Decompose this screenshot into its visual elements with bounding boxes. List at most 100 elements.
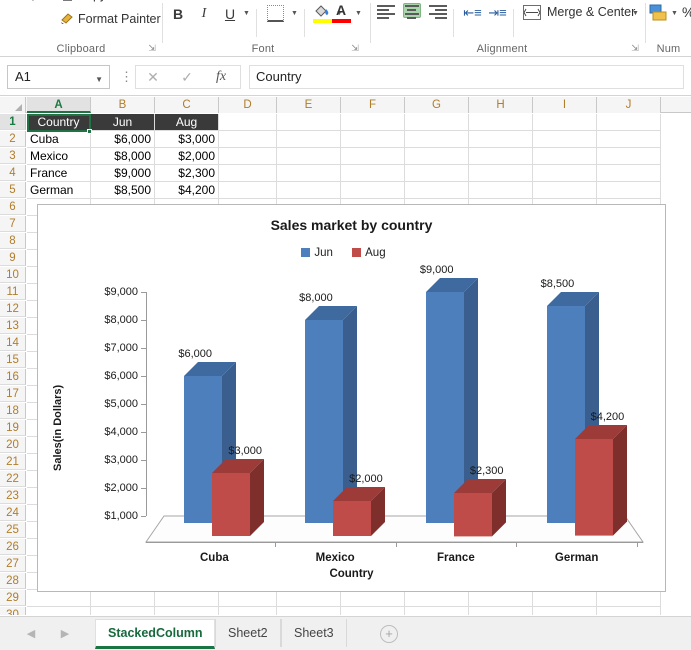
cell-J5[interactable]: [597, 182, 661, 199]
sheet-tab-stackedcolumn[interactable]: StackedColumn: [95, 619, 216, 649]
clipboard-dialog-launcher[interactable]: ⇲: [146, 42, 158, 54]
column-header-e[interactable]: E: [277, 97, 341, 113]
chart-object[interactable]: Sales market by country Jun Aug $9,000 $8…: [37, 204, 666, 592]
cell-D4[interactable]: [219, 165, 277, 182]
row-header-7[interactable]: 7: [0, 216, 26, 232]
cell-D2[interactable]: [219, 131, 277, 148]
cell-J30[interactable]: [597, 607, 661, 615]
copy-button[interactable]: Copy: [60, 0, 106, 4]
increase-indent-icon[interactable]: ⇥≡: [488, 5, 507, 20]
font-color-icon[interactable]: A: [332, 2, 351, 25]
row-header-6[interactable]: 6: [0, 199, 26, 215]
row-header-17[interactable]: 17: [0, 386, 26, 402]
accounting-format-icon[interactable]: [649, 4, 668, 23]
legend-entry-jun[interactable]: Jun: [301, 247, 333, 259]
cell-F1[interactable]: [341, 114, 405, 131]
bar-aug-cuba[interactable]: [212, 459, 265, 536]
row-header-18[interactable]: 18: [0, 403, 26, 419]
merge-center-label[interactable]: Merge & Center: [547, 5, 635, 19]
confirm-icon[interactable]: ✓: [172, 69, 202, 86]
row-header-29[interactable]: 29: [0, 590, 26, 606]
bold-button[interactable]: B: [168, 4, 188, 24]
borders-icon[interactable]: [267, 5, 284, 22]
cancel-icon[interactable]: ✕: [138, 69, 168, 86]
cell-A2[interactable]: Cuba: [27, 131, 91, 148]
cell-A30[interactable]: [27, 607, 91, 615]
cell-F3[interactable]: [341, 148, 405, 165]
cell-G30[interactable]: [405, 607, 469, 615]
merge-center-dropdown-caret[interactable]: ▼: [632, 10, 639, 17]
fill-handle[interactable]: [87, 129, 92, 134]
cell-F4[interactable]: [341, 165, 405, 182]
cell-H5[interactable]: [469, 182, 533, 199]
cell-E30[interactable]: [277, 607, 341, 615]
italic-button[interactable]: I: [194, 4, 214, 24]
cell-H2[interactable]: [469, 131, 533, 148]
row-header-14[interactable]: 14: [0, 335, 26, 351]
cell-A4[interactable]: France: [27, 165, 91, 182]
cell-E5[interactable]: [277, 182, 341, 199]
cell-J4[interactable]: [597, 165, 661, 182]
align-left-icon[interactable]: [377, 5, 395, 20]
row-header-3[interactable]: 3: [0, 148, 26, 164]
column-header-f[interactable]: F: [341, 97, 405, 113]
sheet-tab-sheet3[interactable]: Sheet3: [281, 619, 347, 647]
cell-D30[interactable]: [219, 607, 277, 615]
cell-C5[interactable]: $4,200: [155, 182, 219, 199]
cell-H30[interactable]: [469, 607, 533, 615]
cell-C3[interactable]: $2,000: [155, 148, 219, 165]
row-header-15[interactable]: 15: [0, 352, 26, 368]
cell-E1[interactable]: [277, 114, 341, 131]
cell-E2[interactable]: [277, 131, 341, 148]
row-header-5[interactable]: 5: [0, 182, 26, 198]
cell-I30[interactable]: [533, 607, 597, 615]
cell-G3[interactable]: [405, 148, 469, 165]
cell-D3[interactable]: [219, 148, 277, 165]
bar-aug-german[interactable]: [574, 425, 627, 536]
row-header-24[interactable]: 24: [0, 505, 26, 521]
underline-button[interactable]: U: [220, 4, 240, 24]
cell-F30[interactable]: [341, 607, 405, 615]
name-box[interactable]: A1 ▼: [7, 65, 110, 89]
cell-G5[interactable]: [405, 182, 469, 199]
cell-H3[interactable]: [469, 148, 533, 165]
cell-F5[interactable]: [341, 182, 405, 199]
row-header-26[interactable]: 26: [0, 539, 26, 555]
column-header-i[interactable]: I: [533, 97, 597, 113]
row-header-10[interactable]: 10: [0, 267, 26, 283]
percent-style-button[interactable]: %: [682, 4, 691, 20]
row-header-27[interactable]: 27: [0, 556, 26, 572]
formula-bar-options-icon[interactable]: ⋮: [120, 69, 133, 85]
cell-D1[interactable]: [219, 114, 277, 131]
cell-G1[interactable]: [405, 114, 469, 131]
cell-B2[interactable]: $6,000: [91, 131, 155, 148]
next-sheet-icon[interactable]: ▶: [56, 627, 74, 640]
cell-J1[interactable]: [597, 114, 661, 131]
row-header-25[interactable]: 25: [0, 522, 26, 538]
legend-entry-aug[interactable]: Aug: [352, 247, 386, 259]
row-header-22[interactable]: 22: [0, 471, 26, 487]
cell-A1[interactable]: Country: [27, 114, 91, 131]
column-header-a[interactable]: A: [27, 97, 91, 113]
cell-C2[interactable]: $3,000: [155, 131, 219, 148]
font-color-dropdown-caret[interactable]: ▼: [355, 10, 362, 17]
cell-A5[interactable]: German: [27, 182, 91, 199]
cell-B1[interactable]: Jun: [91, 114, 155, 131]
number-format-dropdown-caret[interactable]: ▼: [671, 10, 678, 17]
align-center-icon[interactable]: [403, 3, 421, 19]
row-header-21[interactable]: 21: [0, 454, 26, 470]
row-header-9[interactable]: 9: [0, 250, 26, 266]
insert-function-icon[interactable]: fx: [206, 69, 236, 85]
cell-I4[interactable]: [533, 165, 597, 182]
row-header-16[interactable]: 16: [0, 369, 26, 385]
underline-dropdown-caret[interactable]: ▼: [243, 10, 250, 17]
paste-button[interactable]: Paste ▼: [10, 0, 56, 3]
column-header-d[interactable]: D: [219, 97, 277, 113]
cell-B30[interactable]: [91, 607, 155, 615]
cell-J3[interactable]: [597, 148, 661, 165]
align-right-icon[interactable]: [429, 5, 447, 20]
row-header-8[interactable]: 8: [0, 233, 26, 249]
cell-I5[interactable]: [533, 182, 597, 199]
cell-E3[interactable]: [277, 148, 341, 165]
cell-B3[interactable]: $8,000: [91, 148, 155, 165]
